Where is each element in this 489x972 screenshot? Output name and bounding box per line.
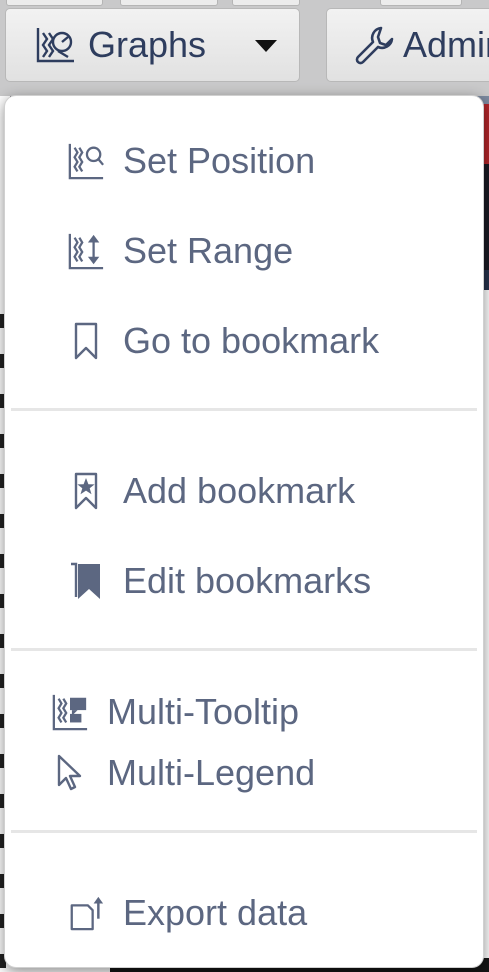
menu-item-set-position[interactable]: Set Position <box>5 126 483 196</box>
menu-divider <box>11 408 477 411</box>
set-position-icon <box>67 141 105 181</box>
screen: Graphs Admin <box>0 0 489 972</box>
menu-item-add-bookmark[interactable]: Add bookmark <box>5 456 483 526</box>
toolbar-button-stub[interactable] <box>6 0 103 6</box>
menu-item-label: Set Range <box>123 230 294 271</box>
menu-item-label: Go to bookmark <box>123 320 380 361</box>
bookmark-filled-icon <box>67 561 105 601</box>
menu-item-label: Export data <box>123 892 308 933</box>
graphs-dropdown-button[interactable]: Graphs <box>5 8 300 82</box>
wrench-icon <box>353 24 395 66</box>
admin-button-label: Admin <box>403 24 489 65</box>
toolbar-button-stub[interactable] <box>232 0 300 6</box>
cursor-arrow-icon <box>51 753 89 793</box>
menu-item-set-range[interactable]: Set Range <box>5 216 483 286</box>
menu-divider <box>11 648 477 651</box>
menu-item-multi-tooltip[interactable]: Multi-Tooltip <box>5 677 483 747</box>
graphs-button-label: Graphs <box>88 24 207 65</box>
bookmark-outline-icon <box>67 321 105 361</box>
multi-tooltip-icon <box>51 692 89 732</box>
menu-item-export-data[interactable]: Export data <box>5 878 483 948</box>
chevron-down-icon[interactable] <box>255 40 277 52</box>
set-range-icon <box>67 231 105 271</box>
toolbar-button-stub[interactable] <box>380 0 462 6</box>
menu-item-label: Multi-Legend <box>107 752 316 793</box>
menu-item-label: Edit bookmarks <box>123 560 372 601</box>
menu-item-multi-legend[interactable]: Multi-Legend <box>5 738 483 808</box>
export-icon <box>67 893 105 933</box>
menu-divider <box>11 830 477 833</box>
graphs-dropdown-menu: Set Position Set Range Go to bookmark Ad… <box>4 95 484 968</box>
menu-item-label: Add bookmark <box>123 470 356 511</box>
admin-button[interactable]: Admin <box>326 8 489 82</box>
menu-item-go-to-bookmark[interactable]: Go to bookmark <box>5 306 483 376</box>
toolbar: Graphs Admin <box>0 0 489 96</box>
graphs-icon <box>34 25 76 65</box>
toolbar-button-stub[interactable] <box>120 0 218 6</box>
bookmark-star-icon <box>67 471 105 511</box>
menu-item-edit-bookmarks[interactable]: Edit bookmarks <box>5 546 483 616</box>
menu-item-label: Set Position <box>123 140 316 181</box>
menu-item-label: Multi-Tooltip <box>107 691 300 732</box>
